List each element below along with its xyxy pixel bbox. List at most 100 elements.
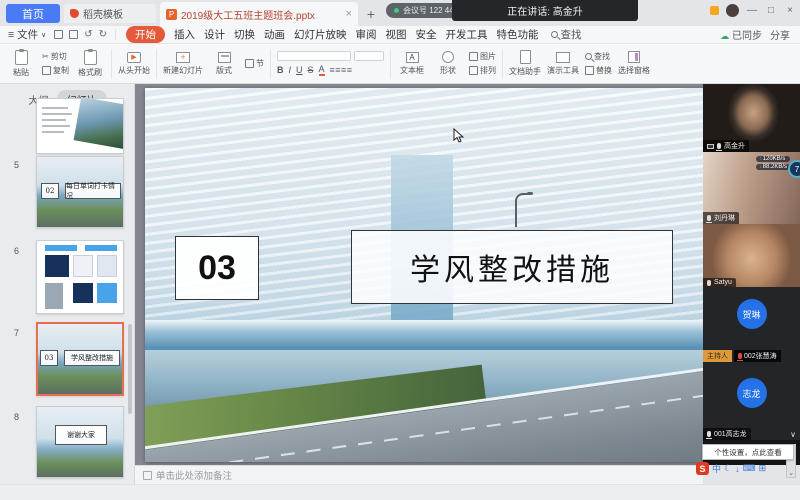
play-from-start-button[interactable]: ▶ 从头开始 <box>118 52 150 76</box>
slide-thumbnail-7-selected[interactable]: 03 学风整改措施 <box>36 322 124 396</box>
bold-button[interactable]: B <box>277 65 284 75</box>
ime-download-icon[interactable]: ↓ <box>735 464 740 474</box>
ribbon: 粘贴 ✂ 剪切 复制 格式刷 ▶ 从头开始 + 新建幻灯片 版式 节 B I U… <box>0 44 800 84</box>
scroll-down-icon[interactable]: ⌄ <box>788 469 794 477</box>
slides-scrollbar[interactable] <box>128 324 132 414</box>
present-tools-button[interactable]: 演示工具 <box>547 52 579 76</box>
ime-mode-icon[interactable]: 中 <box>712 462 721 475</box>
font-family-select[interactable] <box>277 51 351 61</box>
copy-button[interactable]: 复制 <box>42 65 69 76</box>
close-tab-icon[interactable]: × <box>346 8 352 20</box>
hamburger-icon: ≡ <box>8 29 14 41</box>
search-icon <box>551 31 558 38</box>
new-slide-button[interactable]: + 新建幻灯片 <box>163 52 203 76</box>
tab-security[interactable]: 安全 <box>416 27 437 42</box>
ime-toolbox-icon[interactable]: ⊞ <box>759 463 767 474</box>
share-button[interactable]: 分享 <box>770 27 790 42</box>
minimize-button[interactable]: — <box>746 5 758 16</box>
new-tab-button[interactable]: + <box>362 5 380 23</box>
shape-icon <box>442 51 454 63</box>
underline-button[interactable]: U <box>296 65 303 75</box>
layout-icon <box>218 52 231 63</box>
font-size-select[interactable] <box>354 51 384 61</box>
alignment-buttons[interactable]: ≡ ≡ ≡ ≡ <box>330 65 352 75</box>
tab-review[interactable]: 审阅 <box>356 27 377 42</box>
close-window-button[interactable]: × <box>784 5 796 16</box>
slide-thumbnail-6[interactable] <box>36 240 124 314</box>
net-monitor-ball[interactable]: 7 <box>788 160 800 178</box>
tab-template[interactable]: 稻壳模板 <box>64 4 156 23</box>
selection-pane-button[interactable]: 选择窗格 <box>618 51 650 76</box>
present-tools-icon <box>556 52 570 63</box>
doc-assistant-icon <box>520 50 531 64</box>
undo-icon[interactable]: ↺ <box>84 29 92 40</box>
slide-thumbnail-5[interactable]: 02 每日单词打卡情况 <box>36 156 124 228</box>
slide-thumbnail-8[interactable]: 谢谢大家 <box>36 406 124 478</box>
replace-icon <box>585 66 594 75</box>
sogou-logo-icon[interactable]: S <box>696 462 709 475</box>
paste-button[interactable]: 粘贴 <box>6 50 36 78</box>
textbox-icon: A <box>406 52 419 63</box>
italic-button[interactable]: I <box>289 65 292 75</box>
ime-tooltip: 个性设置，点此查看 <box>702 444 794 460</box>
video-tile-5[interactable]: 志龙 001高志龙 ∨ <box>703 362 800 440</box>
textbox-button[interactable]: A 文本框 <box>397 52 427 76</box>
recording-dot-icon <box>394 8 399 13</box>
print-icon[interactable] <box>69 30 78 39</box>
tab-view[interactable]: 视图 <box>386 27 407 42</box>
shape-button[interactable]: 形状 <box>433 51 463 76</box>
sync-status[interactable]: ☁ 已同步 <box>720 27 762 42</box>
video-tile-1[interactable]: 高金升 <box>703 84 800 152</box>
mic-icon <box>717 143 721 149</box>
user-avatar[interactable] <box>726 4 739 17</box>
tab-document[interactable]: P 2019级大工五班主题班会.pptx × <box>160 2 358 26</box>
app-badge-icon <box>710 6 719 15</box>
format-painter-button[interactable]: 格式刷 <box>75 50 105 78</box>
ime-halfwidth-icon[interactable]: ☾ <box>724 463 732 474</box>
street-lamp <box>515 193 531 227</box>
section-button[interactable]: 节 <box>245 58 264 69</box>
file-menu-label: 文件 <box>17 27 38 42</box>
current-slide[interactable]: 03 学风整改措施 <box>145 88 705 462</box>
font-color-button[interactable]: A <box>319 64 325 76</box>
find-command[interactable]: 查找 <box>551 27 582 42</box>
tab-design[interactable]: 设计 <box>204 27 225 42</box>
save-icon[interactable] <box>54 30 63 39</box>
strikethrough-button[interactable]: S <box>308 65 314 75</box>
notes-bar[interactable]: 单击此处添加备注 <box>135 465 703 484</box>
tab-home[interactable]: 首页 <box>6 4 60 23</box>
picture-button[interactable]: 图片 <box>469 51 496 62</box>
ime-keyboard-icon[interactable]: ⌨ <box>743 463 756 474</box>
tab-devtools[interactable]: 开发工具 <box>446 27 488 42</box>
participant-name: 002张慧涛 <box>744 351 777 361</box>
replace-button[interactable]: 替换 <box>585 65 612 76</box>
speaking-banner: 正在讲话: 高金升 <box>452 0 638 21</box>
doc-assistant-button[interactable]: 文档助手 <box>509 50 541 77</box>
video-tile-3[interactable]: Satyu <box>703 224 800 287</box>
tab-start[interactable]: 开始 <box>126 26 165 43</box>
file-menu[interactable]: ≡ 文件 ∨ <box>0 27 54 42</box>
tab-features[interactable]: 特色功能 <box>497 27 539 42</box>
participant-name: 高金升 <box>724 141 745 151</box>
picture-icon <box>469 52 478 61</box>
video-tile-4[interactable]: 贺琳 主持人 002张慧涛 <box>703 287 800 362</box>
tab-animation[interactable]: 动画 <box>264 27 285 42</box>
maximize-button[interactable]: □ <box>765 5 777 16</box>
download-arrow-icon: ↓ <box>759 164 762 170</box>
find-button[interactable]: 查找 <box>585 51 612 62</box>
redo-icon[interactable]: ↻ <box>99 29 107 40</box>
arrange-button[interactable]: 排列 <box>469 65 496 76</box>
cut-button[interactable]: ✂ 剪切 <box>42 51 69 62</box>
layout-button[interactable]: 版式 <box>209 52 239 76</box>
tab-transition[interactable]: 切换 <box>234 27 255 42</box>
tab-slideshow[interactable]: 幻灯片放映 <box>294 27 347 42</box>
video-tile-2[interactable]: ↑120KB/s ↓88.2KB/s 7 刘丹琳 <box>703 152 800 224</box>
slide-thumbnail-4[interactable] <box>36 98 124 154</box>
tab-insert[interactable]: 插入 <box>174 27 195 42</box>
slide-title-box[interactable]: 学风整改措施 <box>351 230 673 304</box>
ribbon-tabs: 开始 插入 设计 切换 动画 幻灯片放映 审阅 视图 安全 开发工具 特色功能 <box>126 26 539 43</box>
slide-number-box[interactable]: 03 <box>175 236 259 300</box>
coastal-road-photo <box>145 350 705 462</box>
status-strip <box>0 484 800 500</box>
collapse-panel-chevron[interactable]: ∨ <box>790 430 796 439</box>
